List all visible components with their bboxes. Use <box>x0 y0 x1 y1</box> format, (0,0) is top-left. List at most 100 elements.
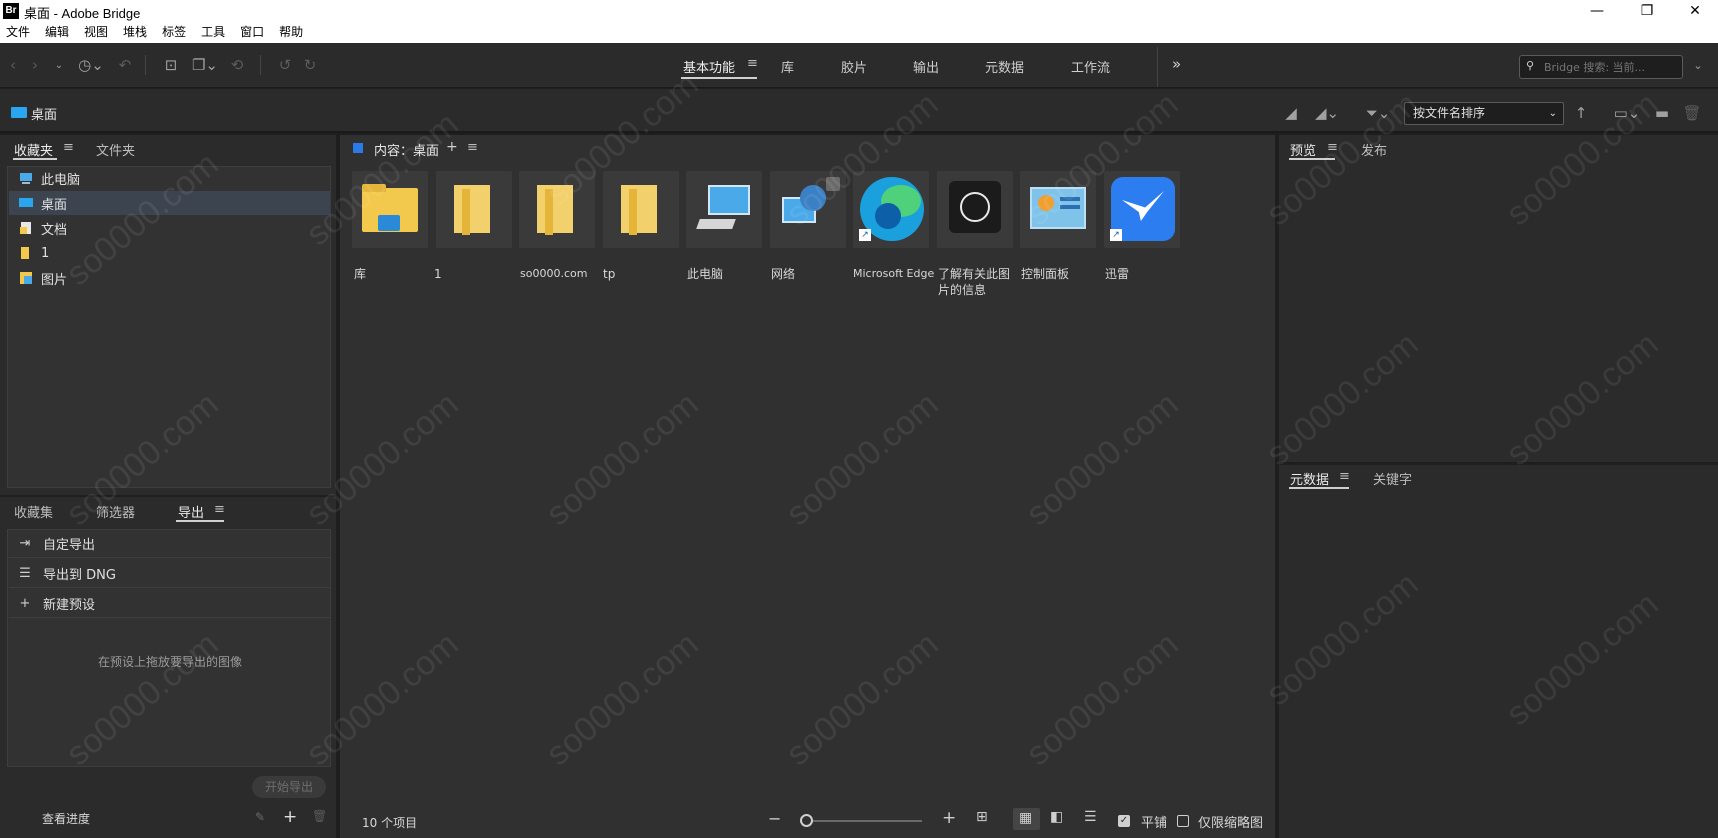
menu-file[interactable]: 文件 <box>6 22 30 43</box>
menu-tools[interactable]: 工具 <box>201 22 225 43</box>
menu-bar: 文件 编辑 视图 堆栈 标签 工具 窗口 帮助 <box>0 22 1718 43</box>
return-button[interactable]: ↶ <box>114 53 136 77</box>
thumbnail-size-slider-handle[interactable] <box>800 814 813 827</box>
thumbnail-folder-tp[interactable] <box>603 171 679 248</box>
sort-direction-button[interactable]: ↑ <box>1570 101 1592 125</box>
zoom-out-button[interactable]: − <box>768 809 781 828</box>
thumbnail-label: 了解有关此图片的信息 <box>938 267 1011 297</box>
open-recent-button[interactable]: ▭⌄ <box>1610 101 1644 125</box>
thumbnails-only-checkbox[interactable] <box>1177 815 1189 827</box>
camera-button[interactable]: ⊡ <box>160 53 182 77</box>
more-workspaces-button[interactable]: » <box>1172 55 1181 73</box>
panel-menu-icon[interactable]: ≡ <box>1327 140 1338 155</box>
sort-label: 按文件名排序 <box>1413 106 1486 120</box>
rotate-left-button[interactable]: ↺ <box>274 53 296 77</box>
favorite-item-folder-1[interactable]: 1 <box>9 241 330 265</box>
plus-icon: + <box>19 595 31 611</box>
view-progress-link[interactable]: 查看进度 <box>42 810 90 827</box>
content-header: 内容：桌面 <box>374 144 440 159</box>
tab-favorites[interactable]: 收藏夹 <box>14 140 53 159</box>
menu-stack[interactable]: 堆栈 <box>123 22 147 43</box>
favorite-item-desktop[interactable]: 桌面 <box>9 191 330 215</box>
thumbnail-size-slider-track[interactable] <box>800 820 922 822</box>
thumbnail-folder-so0000[interactable] <box>519 171 595 248</box>
filter-button[interactable]: ⏷⌄ <box>1361 101 1395 125</box>
view-thumbnails-button[interactable]: ▦ <box>1013 808 1040 830</box>
restore-button[interactable]: ❐ <box>1624 0 1670 22</box>
thumbnail-network[interactable] <box>770 171 846 248</box>
thumbnail-picture-info[interactable] <box>937 171 1013 248</box>
panel-menu-icon[interactable]: ≡ <box>214 502 225 517</box>
add-preset-button[interactable]: + <box>283 807 297 827</box>
history-dropdown-button[interactable]: ⌄ <box>48 53 70 77</box>
delete-button[interactable]: 🗑 <box>1681 101 1703 125</box>
thumbnail-library[interactable] <box>352 171 428 248</box>
close-button[interactable]: ✕ <box>1672 0 1718 22</box>
refine-button[interactable]: ⟲ <box>226 53 248 77</box>
return-icon: ↶ <box>118 56 132 74</box>
favorite-item-this-pc[interactable]: 此电脑 <box>9 166 330 190</box>
rotate-right-button[interactable]: ↻ <box>299 53 321 77</box>
workspace-library[interactable]: 库 <box>781 57 794 76</box>
zoom-in-button[interactable]: + <box>942 808 956 828</box>
workspace-essentials[interactable]: 基本功能 <box>683 57 735 76</box>
workspace-workflow[interactable]: 工作流 <box>1071 57 1110 76</box>
delete-preset-button[interactable]: 🗑 <box>312 809 327 823</box>
thumbnail-folder-1[interactable] <box>436 171 512 248</box>
edit-preset-button[interactable]: ✎ <box>255 810 265 824</box>
favorite-item-documents[interactable]: 文档 <box>9 216 330 240</box>
tab-export[interactable]: 导出 <box>178 502 204 521</box>
forward-button[interactable]: › <box>24 53 46 77</box>
back-button[interactable]: ‹ <box>2 53 24 77</box>
export-item-dng[interactable]: ☰ 导出到 DNG <box>9 559 330 588</box>
search-options-button[interactable]: ⌄ <box>1687 53 1709 77</box>
workspace-menu-icon[interactable]: ≡ <box>747 56 758 71</box>
tab-collections[interactable]: 收藏集 <box>14 502 53 521</box>
menu-view[interactable]: 视图 <box>84 22 108 43</box>
plus-icon: + <box>446 139 458 155</box>
export-item-new-preset[interactable]: + 新建预设 <box>9 589 330 618</box>
start-export-button[interactable]: 开始导出 <box>252 776 326 798</box>
thumbnail-label: Microsoft Edge <box>853 267 935 280</box>
thumbnail-label: so0000.com <box>520 267 588 280</box>
favorite-item-pictures[interactable]: 图片 <box>9 266 330 290</box>
menu-edit[interactable]: 编辑 <box>45 22 69 43</box>
rating-filter-button[interactable]: ◢⌄ <box>1311 101 1343 125</box>
thumbnail-control-panel[interactable] <box>1020 171 1096 248</box>
search-input[interactable] <box>1544 59 1678 75</box>
recent-files-button[interactable]: ◷⌄ <box>74 53 108 77</box>
tab-publish[interactable]: 发布 <box>1361 140 1387 159</box>
breadcrumb[interactable]: 桌面 <box>31 104 57 123</box>
panel-menu-icon[interactable]: ≡ <box>63 140 74 155</box>
trash-icon: 🗑 <box>312 809 328 823</box>
tab-keywords[interactable]: 关键字 <box>1373 469 1412 488</box>
panel-menu-icon[interactable]: ≡ <box>467 140 478 155</box>
tile-checkbox[interactable]: ✓ <box>1118 815 1130 827</box>
new-folder-button[interactable]: ▬ <box>1651 101 1673 125</box>
minimize-button[interactable]: — <box>1574 0 1620 22</box>
add-tab-button[interactable]: + <box>446 139 458 155</box>
grid-lock-button[interactable]: ⊞ <box>976 809 988 825</box>
sort-dropdown[interactable]: 按文件名排序 ⌄ <box>1404 102 1564 125</box>
folder-icon: ▬ <box>1654 104 1670 122</box>
view-list-button[interactable]: ☰ <box>1084 809 1097 825</box>
workspace-filmstrip[interactable]: 胶片 <box>841 57 867 76</box>
menu-window[interactable]: 窗口 <box>240 22 264 43</box>
menu-label[interactable]: 标签 <box>162 22 186 43</box>
quality-button[interactable]: ◢ <box>1280 101 1302 125</box>
computer-icon <box>19 171 33 185</box>
thumbnail-thunder[interactable]: ↗ <box>1104 171 1180 248</box>
panel-menu-icon[interactable]: ≡ <box>1339 469 1350 484</box>
menu-help[interactable]: 帮助 <box>279 22 303 43</box>
tab-preview[interactable]: 预览 <box>1290 140 1316 159</box>
tab-filter[interactable]: 筛选器 <box>96 502 135 521</box>
thumbnail-this-pc[interactable] <box>686 171 762 248</box>
tab-metadata[interactable]: 元数据 <box>1290 469 1329 488</box>
copy-button[interactable]: ❐⌄ <box>188 53 222 77</box>
thumbnail-edge[interactable]: ↗ <box>853 171 929 248</box>
tab-folders[interactable]: 文件夹 <box>96 140 135 159</box>
view-details-button[interactable]: ◧ <box>1050 809 1063 825</box>
workspace-metadata[interactable]: 元数据 <box>985 57 1024 76</box>
export-item-custom[interactable]: ⇥ 自定导出 <box>9 529 330 558</box>
workspace-output[interactable]: 输出 <box>913 57 939 76</box>
